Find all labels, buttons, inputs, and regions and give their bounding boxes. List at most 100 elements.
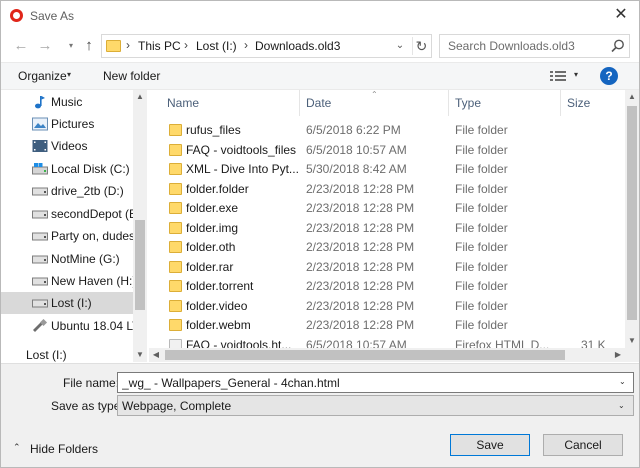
row-name: folder.torrent [186,279,254,293]
navigation-bar: ← → ▾ ↑ › This PC › Lost (I:) › Download… [1,31,639,61]
nav-item-drive-d[interactable]: drive_2tb (D:) [1,180,133,202]
back-arrow-icon[interactable]: ← [11,35,31,57]
nav-item-lost-i-tree[interactable]: Lost (I:) [26,348,67,362]
address-bar[interactable]: › This PC › Lost (I:) › Downloads.old3 ⌄… [101,34,432,58]
chevron-up-icon[interactable]: ⌃ [13,442,21,453]
search-input[interactable]: Search Downloads.old3 [439,34,630,58]
nav-item-lost-i[interactable]: Lost (I:) [1,292,133,314]
scrollbar-thumb[interactable] [135,220,145,310]
table-row[interactable]: folder.video 2/23/2018 12:28 PM File fol… [149,296,625,316]
row-type: File folder [455,162,508,176]
table-row[interactable]: XML - Dive Into Pyt... 5/30/2018 8:42 AM… [149,159,625,179]
nav-item-drive-h[interactable]: New Haven (H:) [1,270,137,292]
folder-icon [169,163,182,175]
column-header-name[interactable]: Name [167,96,199,110]
row-name: folder.folder [186,182,249,196]
row-name: folder.img [186,221,239,235]
nav-item-label: New Haven (H:) [51,274,137,288]
breadcrumb-lost-drive[interactable]: Lost (I:) [196,39,237,53]
refresh-icon[interactable]: ↻ [412,37,430,55]
nav-item-label: Lost (I:) [51,296,92,310]
file-list-horizontal-scrollbar[interactable]: ◀ ▶ [149,348,625,362]
nav-item-label: Ubuntu 18.04 LT [51,319,140,333]
music-icon [35,96,45,109]
scroll-up-icon[interactable]: ▲ [133,90,147,104]
nav-item-videos[interactable]: Videos [1,135,133,157]
breadcrumb-this-pc[interactable]: This PC [138,39,181,53]
recent-locations-chevron-icon[interactable]: ▾ [61,35,81,57]
scroll-down-icon[interactable]: ▼ [625,334,639,348]
table-row[interactable]: folder.exe 2/23/2018 12:28 PM File folde… [149,198,625,218]
row-date: 2/23/2018 12:28 PM [306,318,415,332]
file-name-input[interactable] [117,372,634,393]
folder-icon [169,222,182,234]
nav-item-local-disk-c[interactable]: Local Disk (C:) [1,158,133,180]
view-options-caret-icon[interactable]: ▾ [574,70,578,79]
save-as-type-value: Webpage, Complete [122,399,232,413]
hide-folders-button[interactable]: Hide Folders [30,442,98,456]
forward-arrow-icon[interactable]: → [35,35,55,57]
drive-icon [32,210,48,219]
column-header-date[interactable]: Date [306,96,331,110]
column-divider[interactable] [560,90,561,116]
nav-item-label: Pictures [51,117,95,131]
table-row[interactable]: folder.oth 2/23/2018 12:28 PM File folde… [149,237,625,257]
column-divider[interactable] [299,90,300,116]
row-name: rufus_files [186,123,241,137]
nav-item-pictures[interactable]: Pictures [1,113,133,135]
organize-menu-button[interactable]: Organize [18,69,67,83]
column-divider[interactable] [448,90,449,116]
table-row[interactable]: folder.rar 2/23/2018 12:28 PM File folde… [149,257,625,277]
nav-item-ubuntu-usb[interactable]: Ubuntu 18.04 LT [1,315,140,337]
breadcrumb-separator-icon[interactable]: › [244,38,248,52]
search-icon[interactable] [610,38,626,54]
row-date: 6/5/2018 10:57 AM [306,143,407,157]
save-as-dialog: Save As ✕ ← → ▾ ↑ › This PC › Lost (I:) … [0,0,640,468]
table-row[interactable]: folder.folder 2/23/2018 12:28 PM File fo… [149,179,625,199]
help-icon[interactable]: ? [600,67,618,85]
table-row[interactable]: folder.torrent 2/23/2018 12:28 PM File f… [149,276,625,296]
scroll-up-icon[interactable]: ▲ [625,90,639,104]
row-type: File folder [455,143,508,157]
table-row[interactable]: rufus_files 6/5/2018 6:22 PM File folder [149,120,625,140]
up-arrow-icon[interactable]: ↑ [79,35,99,57]
scrollbar-thumb[interactable] [627,106,637,320]
cancel-button[interactable]: Cancel [543,434,623,456]
chevron-down-icon[interactable]: ⌄ [392,38,408,54]
row-date: 2/23/2018 12:28 PM [306,260,415,274]
table-row[interactable]: FAQ - voidtools_files 6/5/2018 10:57 AM … [149,140,625,160]
scrollbar-thumb[interactable] [165,350,565,360]
row-date: 6/5/2018 6:22 PM [306,123,401,137]
drive-icon [32,255,48,264]
file-list-vertical-scrollbar[interactable]: ▲ ▼ [625,90,639,348]
breadcrumb-downloads-old3[interactable]: Downloads.old3 [255,39,340,53]
new-folder-button[interactable]: New folder [103,69,160,83]
pictures-icon [32,117,48,131]
nav-pane-scrollbar[interactable]: ▲ ▼ [133,90,147,362]
scroll-left-icon[interactable]: ◀ [149,348,163,362]
scroll-down-icon[interactable]: ▼ [133,348,147,362]
chevron-down-icon[interactable]: ⌄ [618,401,625,410]
table-row[interactable]: folder.img 2/23/2018 12:28 PM File folde… [149,218,625,238]
breadcrumb-separator-icon[interactable]: › [126,38,130,52]
column-header-type[interactable]: Type [455,96,481,110]
nav-item-music[interactable]: Music [1,91,133,113]
file-name-label: File name: [63,376,120,390]
save-as-type-label: Save as type: [51,399,124,413]
column-header-size[interactable]: Size [567,96,590,110]
caret-down-icon[interactable]: ▾ [67,70,71,79]
scroll-right-icon[interactable]: ▶ [611,348,625,362]
table-row[interactable]: folder.webm 2/23/2018 12:28 PM File fold… [149,315,625,335]
row-type: File folder [455,123,508,137]
breadcrumb-separator-icon[interactable]: › [184,38,188,52]
row-name: folder.video [186,299,248,313]
details-view-icon[interactable] [549,68,567,84]
save-as-type-select[interactable]: Webpage, Complete ⌄ [117,395,634,416]
nav-item-drive-f[interactable]: Party on, dudes! [1,225,138,247]
nav-item-drive-g[interactable]: NotMine (G:) [1,248,133,270]
save-button[interactable]: Save [450,434,530,456]
chevron-down-icon[interactable]: ⌄ [619,377,626,386]
close-icon[interactable]: ✕ [609,4,633,26]
row-name: folder.oth [186,240,236,254]
nav-item-drive-e[interactable]: secondDepot (E: [1,203,140,225]
